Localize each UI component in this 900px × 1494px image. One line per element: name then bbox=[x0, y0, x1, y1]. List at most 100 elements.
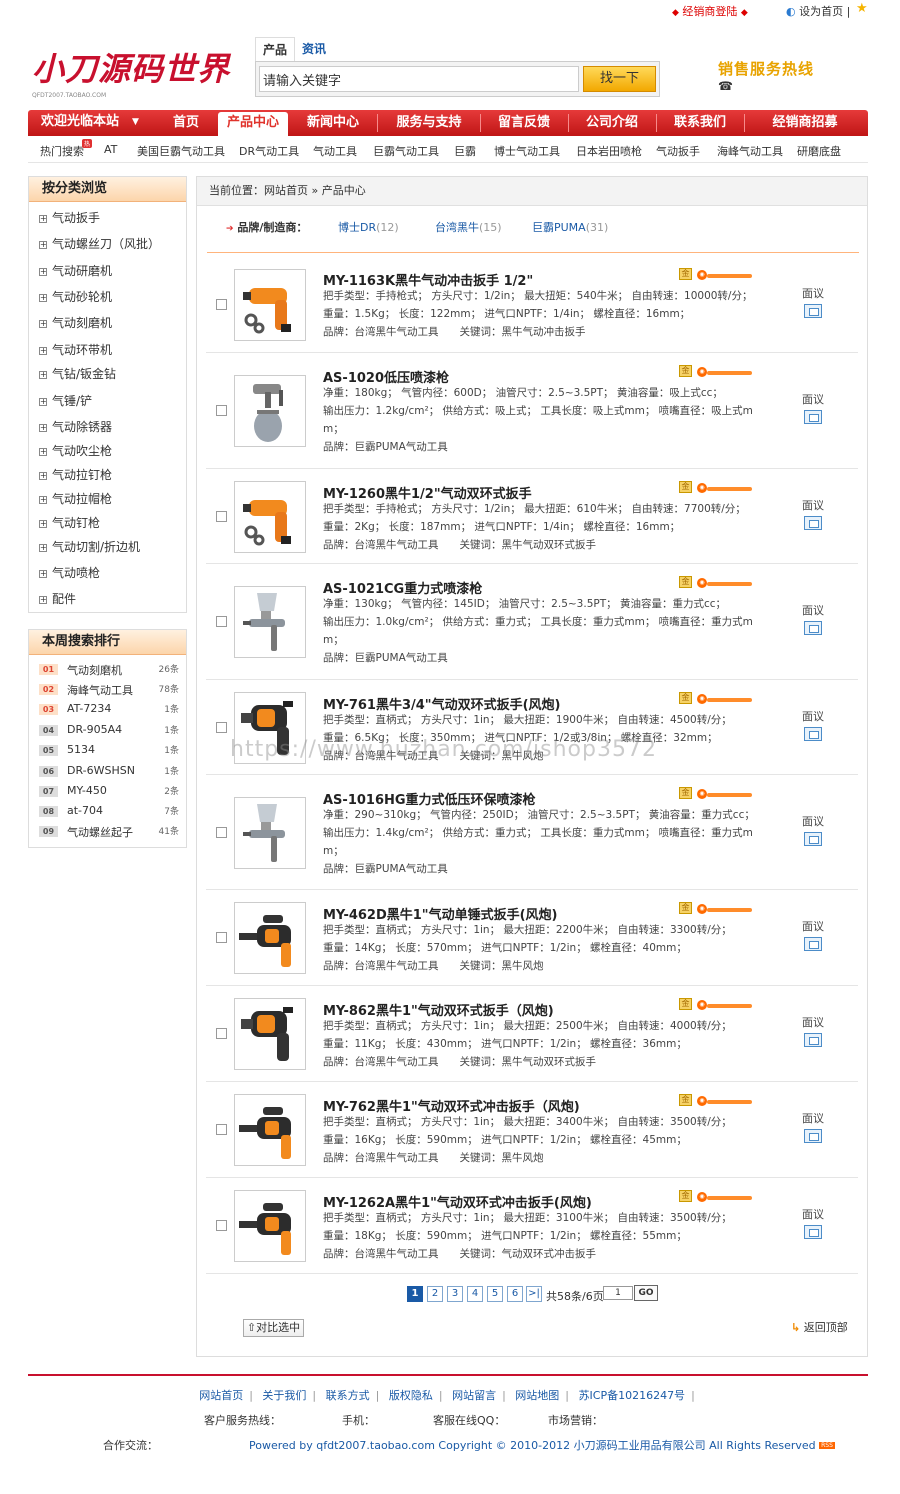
page-button[interactable]: 3 bbox=[447, 1286, 463, 1302]
footer-link[interactable]: 版权隐私 bbox=[389, 1389, 433, 1402]
hot-keyword[interactable]: 巨霸气动工具 bbox=[373, 143, 439, 159]
ranking-item[interactable]: 07 MY-450 2条 bbox=[39, 783, 179, 803]
product-checkbox[interactable] bbox=[216, 722, 227, 733]
inquiry-icon[interactable] bbox=[804, 621, 822, 635]
last-page-button[interactable]: >| bbox=[526, 1286, 542, 1302]
footer-link[interactable]: 网站地图 bbox=[515, 1389, 559, 1402]
footer-link[interactable]: 关于我们 bbox=[262, 1389, 306, 1402]
ranking-item[interactable]: 06 DR-6WSHSN 1条 bbox=[39, 763, 179, 783]
ranking-item[interactable]: 03 AT-7234 1条 bbox=[39, 701, 179, 721]
nav-contact[interactable]: 联系我们 bbox=[660, 110, 740, 136]
footer-link[interactable]: 网站首页 bbox=[199, 1389, 243, 1402]
product-image[interactable] bbox=[234, 1190, 306, 1262]
nav-support[interactable]: 服务与支持 bbox=[382, 110, 476, 136]
inquiry-icon[interactable] bbox=[804, 1033, 822, 1047]
back-to-top-link[interactable]: ↳ 返回顶部 bbox=[791, 1319, 848, 1335]
set-home-link[interactable]: ◐ 设为首页 | bbox=[786, 3, 850, 19]
ranking-item[interactable]: 05 5134 1条 bbox=[39, 742, 179, 762]
hot-keyword[interactable]: 日本岩田喷枪 bbox=[576, 143, 642, 159]
category-item[interactable]: + 气动除锈器 bbox=[39, 418, 112, 435]
ranking-item[interactable]: 08 at-704 7条 bbox=[39, 803, 179, 823]
footer-link[interactable]: 联系方式 bbox=[326, 1389, 370, 1402]
category-item[interactable]: + 气动切割/折边机 bbox=[39, 538, 140, 555]
product-checkbox[interactable] bbox=[216, 1124, 227, 1135]
dealer-login-link[interactable]: ◆ 经销商登陆 ◆ bbox=[672, 3, 748, 19]
inquiry-icon[interactable] bbox=[804, 727, 822, 741]
nav-news[interactable]: 新闻中心 bbox=[293, 110, 373, 136]
product-image[interactable] bbox=[234, 481, 306, 553]
page-button[interactable]: 2 bbox=[427, 1286, 443, 1302]
nav-products[interactable]: 产品中心 bbox=[218, 112, 288, 136]
product-image[interactable] bbox=[234, 797, 306, 869]
search-input[interactable] bbox=[259, 66, 579, 92]
hot-keyword[interactable]: 博士气动工具 bbox=[494, 143, 560, 159]
category-item[interactable]: + 气动吹尘枪 bbox=[39, 442, 112, 459]
product-image[interactable] bbox=[234, 269, 306, 341]
inquiry-icon[interactable] bbox=[804, 832, 822, 846]
category-item[interactable]: + 气动扳手 bbox=[39, 209, 100, 226]
category-item[interactable]: + 配件 bbox=[39, 590, 76, 607]
hot-keyword[interactable]: 海峰气动工具 bbox=[717, 143, 783, 159]
page-button[interactable]: 1 bbox=[407, 1286, 423, 1302]
category-item[interactable]: + 气钻/钣金钻 bbox=[39, 365, 116, 382]
go-button[interactable]: GO bbox=[634, 1285, 658, 1301]
page-button[interactable]: 4 bbox=[467, 1286, 483, 1302]
ranking-item[interactable]: 09 气动螺丝起子 41条 bbox=[39, 823, 179, 843]
category-item[interactable]: + 气动拉钉枪 bbox=[39, 466, 112, 483]
search-button[interactable]: 找一下 bbox=[583, 66, 656, 92]
product-checkbox[interactable] bbox=[216, 932, 227, 943]
product-image[interactable] bbox=[234, 902, 306, 974]
welcome-menu[interactable]: 欢迎光临本站 ▼ bbox=[28, 110, 146, 136]
nav-home[interactable]: 首页 bbox=[155, 110, 217, 136]
ranking-item[interactable]: 04 DR-905A4 1条 bbox=[39, 722, 179, 742]
product-checkbox[interactable] bbox=[216, 827, 227, 838]
product-checkbox[interactable] bbox=[216, 405, 227, 416]
product-image[interactable] bbox=[234, 1094, 306, 1166]
site-logo[interactable]: 小刀源码世界 QFDT2007.TAOBAO.COM bbox=[32, 44, 250, 100]
icp-link[interactable]: 苏ICP备10216247号 bbox=[579, 1389, 686, 1402]
product-checkbox[interactable] bbox=[216, 1028, 227, 1039]
category-item[interactable]: + 气动环带机 bbox=[39, 341, 112, 358]
hot-keyword[interactable]: 气动扳手 bbox=[656, 143, 700, 159]
hot-keyword[interactable]: 巨霸 bbox=[454, 143, 476, 159]
product-checkbox[interactable] bbox=[216, 511, 227, 522]
product-checkbox[interactable] bbox=[216, 299, 227, 310]
tab-news[interactable]: 资讯 bbox=[295, 37, 333, 61]
product-checkbox[interactable] bbox=[216, 616, 227, 627]
page-button[interactable]: 5 bbox=[487, 1286, 503, 1302]
inquiry-icon[interactable] bbox=[804, 937, 822, 951]
ranking-item[interactable]: 02 海峰气动工具 78条 bbox=[39, 681, 179, 701]
nav-about[interactable]: 公司介绍 bbox=[573, 110, 651, 136]
category-item[interactable]: + 气锤/铲 bbox=[39, 392, 92, 409]
category-item[interactable]: + 气动拉帽枪 bbox=[39, 490, 112, 507]
nav-dealer-recruit[interactable]: 经销商招募 bbox=[750, 110, 860, 136]
product-checkbox[interactable] bbox=[216, 1220, 227, 1231]
product-image[interactable] bbox=[234, 586, 306, 658]
page-jump-input[interactable]: 1 bbox=[603, 1286, 633, 1300]
compare-selected-button[interactable]: ⇧对比选中 bbox=[243, 1319, 304, 1337]
footer-link[interactable]: 网站留言 bbox=[452, 1389, 496, 1402]
favorite-star-icon[interactable]: ★ bbox=[856, 1, 868, 16]
brand-link[interactable]: 台湾黑牛(15) bbox=[435, 219, 502, 235]
tab-product[interactable]: 产品 bbox=[255, 37, 296, 61]
hot-keyword[interactable]: 美国巨霸气动工具 bbox=[137, 143, 225, 159]
ranking-item[interactable]: 01 气动刻磨机 26条 bbox=[39, 661, 179, 681]
inquiry-icon[interactable] bbox=[804, 410, 822, 424]
category-item[interactable]: + 气动钉枪 bbox=[39, 514, 100, 531]
inquiry-icon[interactable] bbox=[804, 516, 822, 530]
inquiry-icon[interactable] bbox=[804, 304, 822, 318]
brand-link[interactable]: 博士DR(12) bbox=[338, 219, 399, 235]
product-image[interactable] bbox=[234, 998, 306, 1070]
hot-keyword[interactable]: AT bbox=[104, 143, 117, 156]
category-item[interactable]: + 气动砂轮机 bbox=[39, 288, 112, 305]
page-button[interactable]: 6 bbox=[507, 1286, 523, 1302]
category-item[interactable]: + 气动刻磨机 bbox=[39, 314, 112, 331]
inquiry-icon[interactable] bbox=[804, 1225, 822, 1239]
brand-link[interactable]: 巨霸PUMA(31) bbox=[532, 219, 608, 235]
nav-feedback[interactable]: 留言反馈 bbox=[485, 110, 563, 136]
category-item[interactable]: + 气动螺丝刀（风批） bbox=[39, 235, 160, 252]
category-item[interactable]: + 气动研磨机 bbox=[39, 262, 112, 279]
hot-keyword[interactable]: 研磨底盘 bbox=[797, 143, 841, 159]
category-item[interactable]: + 气动喷枪 bbox=[39, 564, 100, 581]
inquiry-icon[interactable] bbox=[804, 1129, 822, 1143]
